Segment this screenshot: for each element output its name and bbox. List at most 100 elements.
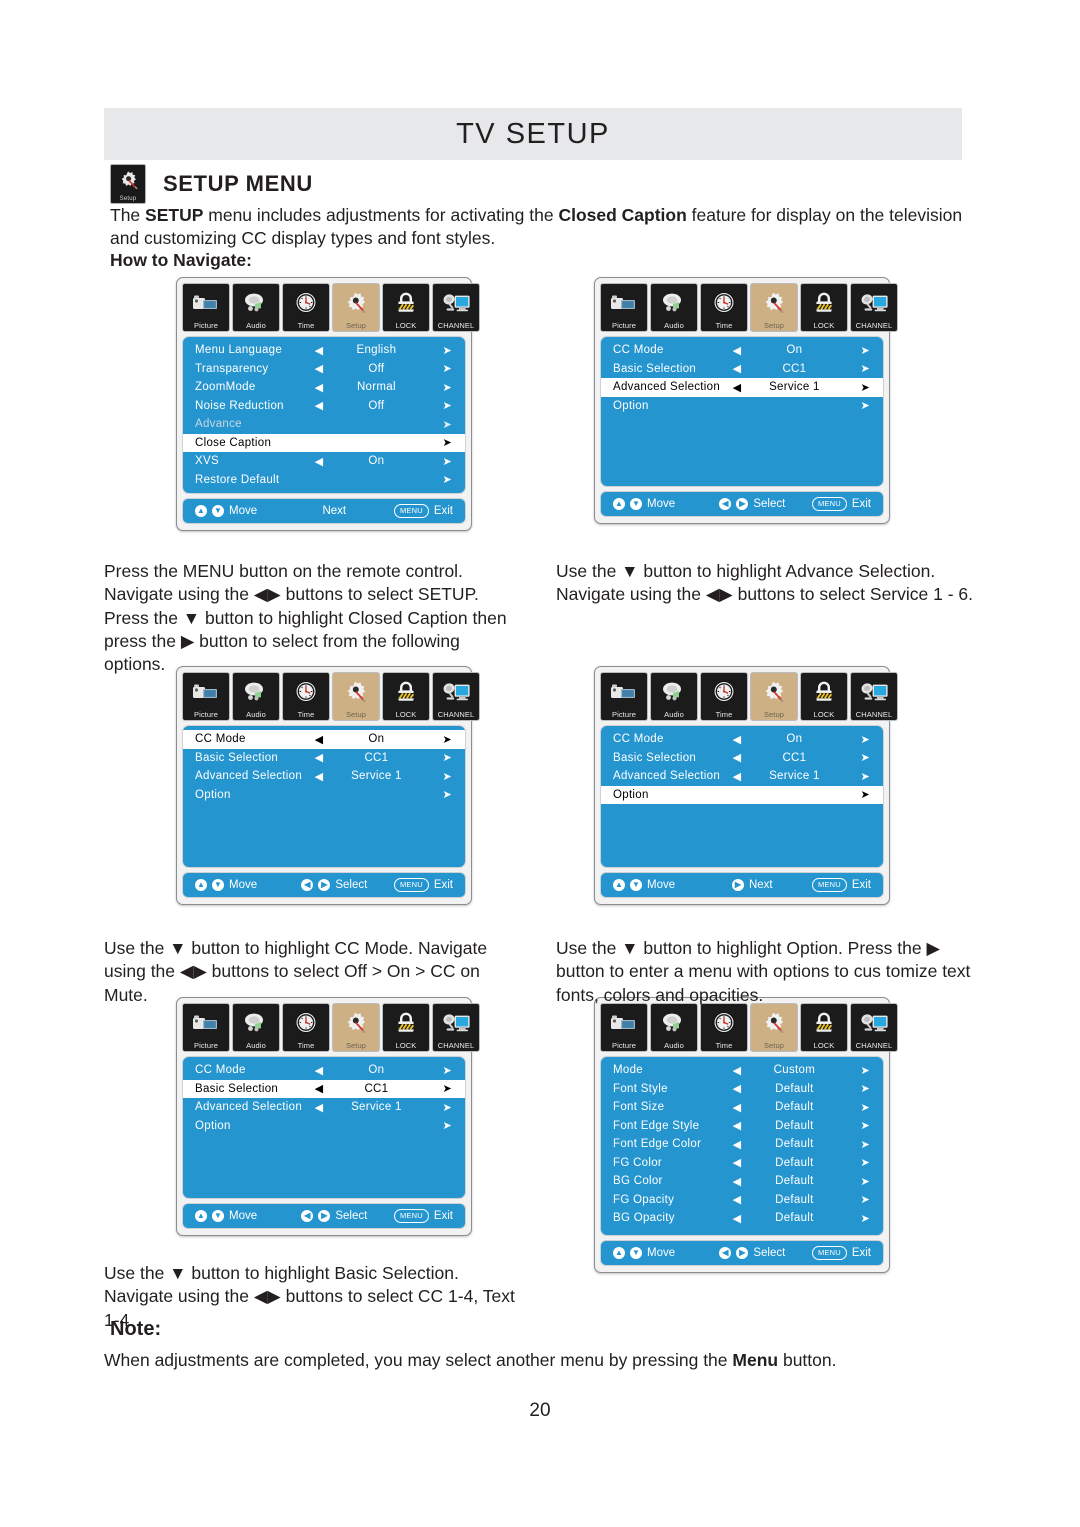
osd-menu-row[interactable]: Advance ➤ xyxy=(183,415,465,434)
chevron-left-icon[interactable]: ◀ xyxy=(725,770,748,783)
osd-menu-row[interactable]: Transparency ◀ Off ➤ xyxy=(183,360,465,379)
lock-tab[interactable]: LOCK xyxy=(800,283,848,332)
chevron-right-icon[interactable]: ➤ xyxy=(422,344,456,357)
setup-tab[interactable]: Setup xyxy=(750,283,798,332)
footer-action[interactable]: ▶ Next xyxy=(711,879,794,891)
chevron-right-icon[interactable]: ➤ xyxy=(840,1101,874,1114)
picture-tab[interactable]: Picture xyxy=(182,1003,230,1052)
footer-action[interactable]: Next xyxy=(293,505,376,517)
chevron-left-icon[interactable]: ◀ xyxy=(725,381,748,394)
channel-tab[interactable]: CHANNEL xyxy=(432,672,480,721)
chevron-right-icon[interactable]: ➤ xyxy=(422,436,456,449)
footer-action[interactable]: ◀ ▶ Select xyxy=(711,498,794,510)
lock-tab[interactable]: LOCK xyxy=(382,283,430,332)
picture-tab[interactable]: Picture xyxy=(182,283,230,332)
audio-tab[interactable]: Audio xyxy=(232,1003,280,1052)
audio-tab[interactable]: Audio xyxy=(650,283,698,332)
time-tab[interactable]: Time xyxy=(700,672,748,721)
chevron-left-icon[interactable]: ◀ xyxy=(307,399,330,412)
chevron-left-icon[interactable]: ◀ xyxy=(725,1193,748,1206)
osd-menu-row[interactable]: Menu Language ◀ English ➤ xyxy=(183,341,465,360)
osd-menu-row[interactable]: Noise Reduction ◀ Off ➤ xyxy=(183,397,465,416)
footer-exit[interactable]: MENU Exit xyxy=(794,1246,871,1260)
chevron-left-icon[interactable]: ◀ xyxy=(725,344,748,357)
footer-move[interactable]: ▲ ▼ Move xyxy=(613,498,711,510)
setup-menu-panel[interactable]: Picture Audio Time Setup LOCK CHANNEL Me… xyxy=(176,277,480,531)
picture-tab[interactable]: Picture xyxy=(182,672,230,721)
osd-menu-row[interactable]: Font Size ◀ Default ➤ xyxy=(601,1098,883,1117)
chevron-right-icon[interactable]: ➤ xyxy=(422,473,456,486)
osd-menu-row[interactable]: Basic Selection ◀ CC1 ➤ xyxy=(601,360,883,379)
audio-tab[interactable]: Audio xyxy=(232,283,280,332)
setup-tab[interactable]: Setup xyxy=(332,283,380,332)
osd-menu-row[interactable]: BG Color ◀ Default ➤ xyxy=(601,1172,883,1191)
footer-exit[interactable]: MENU Exit xyxy=(376,878,453,892)
chevron-left-icon[interactable]: ◀ xyxy=(307,455,330,468)
chevron-left-icon[interactable]: ◀ xyxy=(307,1064,330,1077)
time-tab[interactable]: Time xyxy=(700,283,748,332)
footer-move[interactable]: ▲ ▼ Move xyxy=(613,879,711,891)
footer-action[interactable]: ◀ ▶ Select xyxy=(293,1210,376,1222)
setup-tab[interactable]: Setup xyxy=(332,672,380,721)
osd-menu-row[interactable]: Option ➤ xyxy=(601,785,883,804)
osd-menu-row[interactable]: Close Caption ➤ xyxy=(183,433,465,452)
chevron-right-icon[interactable]: ➤ xyxy=(422,770,456,783)
osd-menu-row[interactable]: FG Opacity ◀ Default ➤ xyxy=(601,1191,883,1210)
osd-menu-row[interactable]: CC Mode ◀ On ➤ xyxy=(183,1061,465,1080)
lock-tab[interactable]: LOCK xyxy=(800,672,848,721)
lock-tab[interactable]: LOCK xyxy=(382,672,430,721)
time-tab[interactable]: Time xyxy=(282,1003,330,1052)
chevron-right-icon[interactable]: ➤ xyxy=(422,733,456,746)
chevron-right-icon[interactable]: ➤ xyxy=(840,1156,874,1169)
osd-menu-row[interactable]: BG Opacity ◀ Default ➤ xyxy=(601,1209,883,1228)
audio-tab[interactable]: Audio xyxy=(232,672,280,721)
footer-action[interactable]: ◀ ▶ Select xyxy=(711,1247,794,1259)
time-tab[interactable]: Time xyxy=(282,672,330,721)
footer-action[interactable]: ◀ ▶ Select xyxy=(293,879,376,891)
chevron-left-icon[interactable]: ◀ xyxy=(307,770,330,783)
channel-tab[interactable]: CHANNEL xyxy=(850,672,898,721)
chevron-left-icon[interactable]: ◀ xyxy=(307,733,330,746)
chevron-right-icon[interactable]: ➤ xyxy=(840,362,874,375)
lock-tab[interactable]: LOCK xyxy=(382,1003,430,1052)
chevron-right-icon[interactable]: ➤ xyxy=(840,1064,874,1077)
chevron-right-icon[interactable]: ➤ xyxy=(422,455,456,468)
osd-menu-row[interactable]: CC Mode ◀ On ➤ xyxy=(601,341,883,360)
footer-move[interactable]: ▲ ▼ Move xyxy=(195,1210,293,1222)
osd-menu-row[interactable]: XVS ◀ On ➤ xyxy=(183,452,465,471)
time-tab[interactable]: Time xyxy=(282,283,330,332)
chevron-right-icon[interactable]: ➤ xyxy=(840,399,874,412)
chevron-right-icon[interactable]: ➤ xyxy=(840,770,874,783)
osd-menu-row[interactable]: FG Color ◀ Default ➤ xyxy=(601,1154,883,1173)
footer-move[interactable]: ▲ ▼ Move xyxy=(195,879,293,891)
chevron-right-icon[interactable]: ➤ xyxy=(840,733,874,746)
chevron-left-icon[interactable]: ◀ xyxy=(725,751,748,764)
chevron-right-icon[interactable]: ➤ xyxy=(422,751,456,764)
lock-tab[interactable]: LOCK xyxy=(800,1003,848,1052)
chevron-left-icon[interactable]: ◀ xyxy=(725,1082,748,1095)
chevron-right-icon[interactable]: ➤ xyxy=(840,1193,874,1206)
chevron-right-icon[interactable]: ➤ xyxy=(840,1212,874,1225)
chevron-right-icon[interactable]: ➤ xyxy=(422,1064,456,1077)
chevron-left-icon[interactable]: ◀ xyxy=(725,1064,748,1077)
cc-advanced-selection-panel[interactable]: Picture Audio Time Setup LOCK CHANNEL CC… xyxy=(594,277,898,524)
chevron-left-icon[interactable]: ◀ xyxy=(725,733,748,746)
setup-tab[interactable]: Setup xyxy=(750,1003,798,1052)
cc-basic-selection-panel[interactable]: Picture Audio Time Setup LOCK CHANNEL CC… xyxy=(176,997,480,1236)
osd-menu-row[interactable]: CC Mode ◀ On ➤ xyxy=(601,730,883,749)
chevron-right-icon[interactable]: ➤ xyxy=(422,399,456,412)
footer-exit[interactable]: MENU Exit xyxy=(376,1209,453,1223)
chevron-left-icon[interactable]: ◀ xyxy=(307,344,330,357)
chevron-right-icon[interactable]: ➤ xyxy=(840,1175,874,1188)
chevron-left-icon[interactable]: ◀ xyxy=(307,362,330,375)
channel-tab[interactable]: CHANNEL xyxy=(432,1003,480,1052)
chevron-left-icon[interactable]: ◀ xyxy=(725,362,748,375)
chevron-left-icon[interactable]: ◀ xyxy=(307,381,330,394)
audio-tab[interactable]: Audio xyxy=(650,1003,698,1052)
cc-mode-panel[interactable]: Picture Audio Time Setup LOCK CHANNEL CC… xyxy=(176,666,480,905)
chevron-left-icon[interactable]: ◀ xyxy=(725,1175,748,1188)
footer-exit[interactable]: MENU Exit xyxy=(794,878,871,892)
osd-menu-row[interactable]: Advanced Selection ◀ Service 1 ➤ xyxy=(183,767,465,786)
chevron-left-icon[interactable]: ◀ xyxy=(307,1101,330,1114)
chevron-right-icon[interactable]: ➤ xyxy=(840,788,874,801)
